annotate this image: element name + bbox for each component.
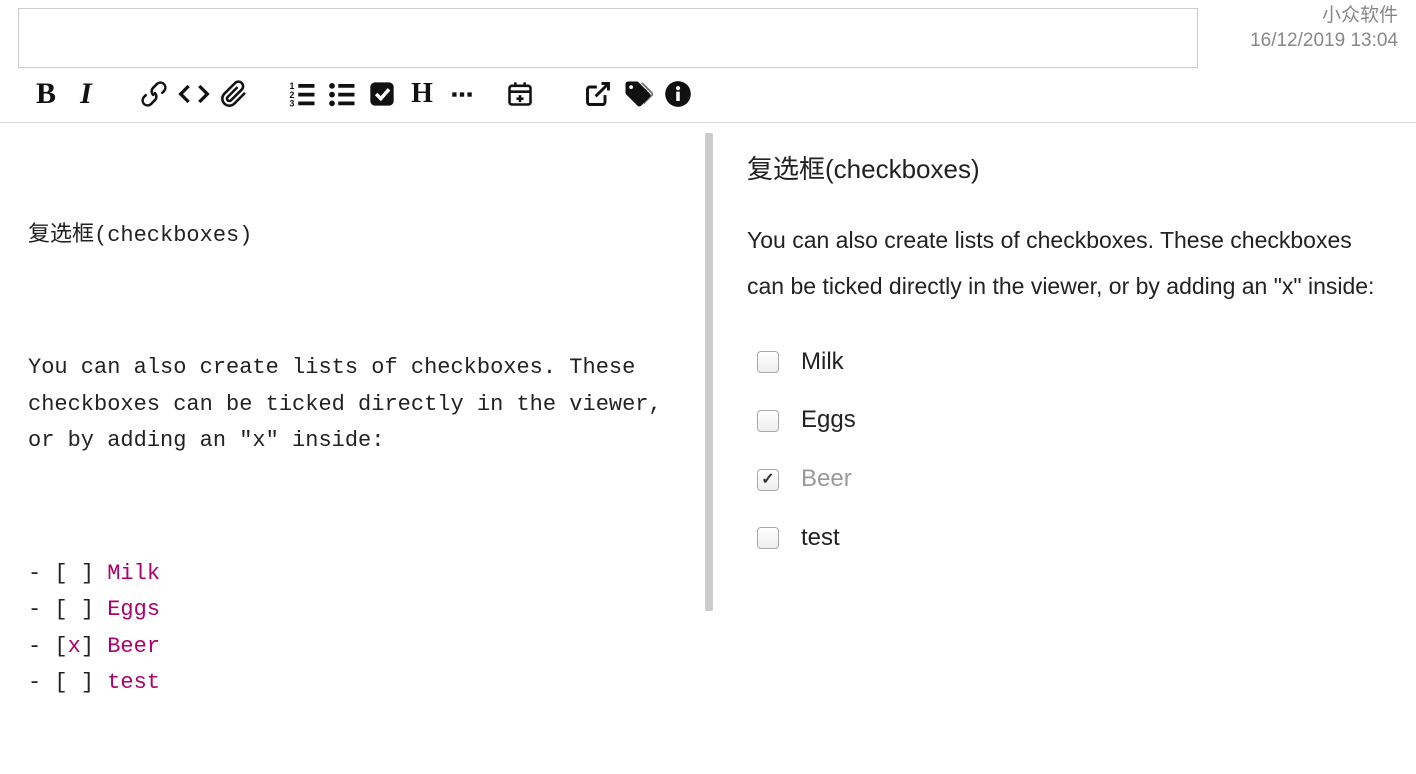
unordered-list-icon [327, 79, 357, 109]
preview-title: 复选框(checkboxes) [747, 151, 1382, 189]
checklist-item-label: test [801, 521, 840, 556]
checklist-item-label: Milk [801, 345, 844, 380]
checklist-item: Eggs [747, 391, 1382, 450]
svg-text:3: 3 [290, 99, 295, 109]
checkbox-list-button[interactable] [362, 76, 402, 112]
tags-button[interactable] [618, 76, 658, 112]
editor-checklist-line: - [ ] Milk [28, 556, 677, 592]
ellipsis-icon [449, 81, 475, 107]
info-icon [664, 80, 692, 108]
checkbox[interactable] [757, 351, 779, 373]
checklist-item-label: Eggs [801, 403, 856, 438]
note-datetime: 16/12/2019 13:04 [1250, 29, 1398, 54]
markdown-preview: 复选框(checkboxes) You can also create list… [713, 123, 1416, 611]
checklist-item: test [747, 509, 1382, 568]
checkbox[interactable] [757, 527, 779, 549]
app-name: 小众软件 [1250, 4, 1398, 29]
paperclip-icon [220, 80, 248, 108]
checklist-item: Beer [747, 450, 1382, 509]
markdown-editor[interactable]: 复选框(checkboxes) You can also create list… [0, 123, 705, 611]
checkbox[interactable] [757, 469, 779, 491]
link-button[interactable] [134, 76, 174, 112]
tag-icon [623, 79, 653, 109]
checkbox-icon [368, 80, 396, 108]
editor-checklist-line: - [ ] test [28, 665, 677, 701]
heading-button[interactable]: H [402, 76, 442, 112]
horizontal-rule-button[interactable] [442, 76, 482, 112]
unordered-list-button[interactable] [322, 76, 362, 112]
external-link-button[interactable] [578, 76, 618, 112]
editor-checklist-line: - [x] Beer [28, 629, 677, 665]
insert-date-button[interactable] [500, 76, 540, 112]
checklist-item-label: Beer [801, 462, 852, 497]
preview-paragraph: You can also create lists of checkboxes.… [747, 217, 1382, 309]
editor-checklist-line: - [ ] Eggs [28, 592, 677, 628]
bold-button[interactable]: B [26, 76, 66, 112]
code-icon [178, 78, 210, 110]
calendar-add-icon [506, 80, 534, 108]
code-button[interactable] [174, 76, 214, 112]
editor-title-line: 复选框(checkboxes) [28, 218, 677, 254]
italic-button[interactable]: I [66, 76, 106, 112]
external-link-icon [584, 80, 612, 108]
attach-button[interactable] [214, 76, 254, 112]
editor-paragraph: You can also create lists of checkboxes.… [28, 350, 677, 459]
info-button[interactable] [658, 76, 698, 112]
note-title-input[interactable] [18, 8, 1198, 68]
link-icon [139, 79, 169, 109]
ordered-list-button[interactable]: 123 [282, 76, 322, 112]
pane-divider[interactable] [705, 133, 713, 611]
checklist-item: Milk [747, 333, 1382, 392]
checkbox[interactable] [757, 410, 779, 432]
ordered-list-icon: 123 [287, 79, 317, 109]
note-meta: 小众软件 16/12/2019 13:04 [1250, 4, 1398, 53]
editor-toolbar: B I 123 H [0, 68, 1416, 123]
